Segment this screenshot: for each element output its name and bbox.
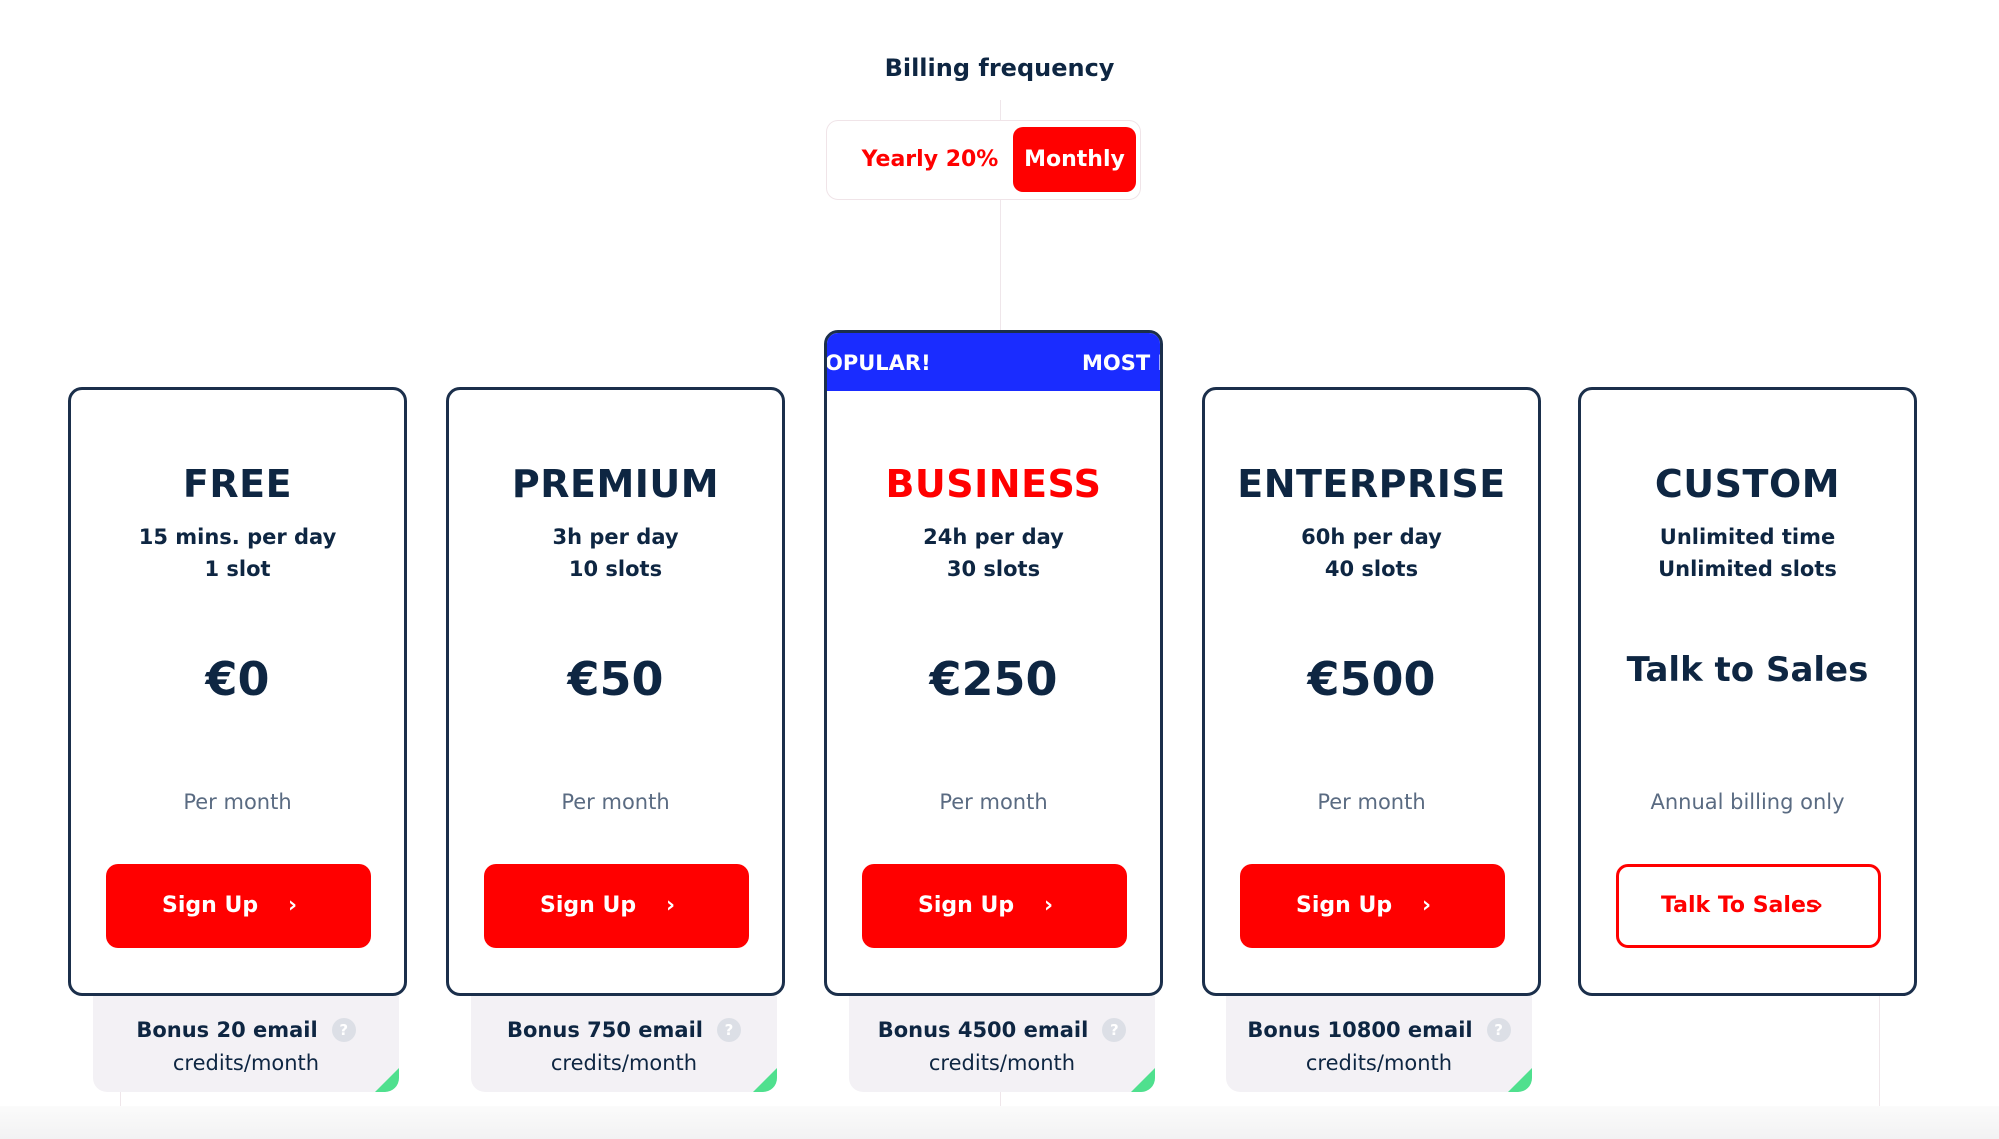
plan-period: Annual billing only [1650,790,1845,814]
plan-name: BUSINESS [885,462,1102,506]
plan-card-free: FREE 15 mins. per day 1 slot €0 Per mont… [68,387,407,996]
corner-accent-icon [375,1068,399,1092]
plan-card-custom: CUSTOM Unlimited time Unlimited slots Ta… [1578,387,1917,996]
chevron-right-icon: › [1422,893,1432,918]
bonus-text: Bonus 4500 email [877,1018,1089,1042]
plan-feature-time: 3h per day [552,525,679,549]
plan-card-enterprise: ENTERPRISE 60h per day 40 slots €500 Per… [1202,387,1541,996]
bonus-text: Bonus 20 email [136,1018,318,1042]
chevron-right-icon: › [1814,893,1824,918]
plan-name: CUSTOM [1654,462,1841,506]
sign-up-button[interactable]: Sign Up › [106,864,371,948]
corner-accent-icon [753,1068,777,1092]
banner-text: OPULAR! [827,351,931,375]
bonus-unit: credits/month [550,1051,698,1075]
corner-accent-icon [1508,1068,1532,1092]
plan-feature-slots: 30 slots [946,557,1041,581]
help-icon[interactable]: ? [1102,1018,1127,1042]
bonus-credits-box: Bonus 4500 email? credits/month [849,996,1155,1092]
billing-frequency-toggle: Yearly 20% Monthly [826,120,1141,200]
plan-feature-time: 24h per day [923,525,1064,549]
most-popular-banner: OPULAR! MOST P [827,333,1160,391]
plan-period: Per month [1317,790,1426,814]
plan-price: €0 [205,652,270,706]
plan-feature-time: Unlimited time [1659,525,1836,549]
sign-up-button[interactable]: Sign Up › [484,864,749,948]
chevron-right-icon: › [288,893,298,918]
plan-price: €500 [1307,652,1436,706]
talk-to-sales-label: Talk To Sales [1661,893,1819,918]
plan-price: €250 [929,652,1058,706]
toggle-option-monthly[interactable]: Monthly [1013,127,1136,192]
help-icon[interactable]: ? [331,1018,356,1042]
sign-up-label: Sign Up [1296,893,1393,918]
bonus-credits-box: Bonus 750 email? credits/month [471,996,777,1092]
plan-name: ENTERPRISE [1237,462,1506,506]
plan-name: PREMIUM [511,462,720,506]
sign-up-label: Sign Up [918,893,1015,918]
sign-up-label: Sign Up [540,893,637,918]
bonus-unit: credits/month [928,1051,1076,1075]
talk-to-sales-button[interactable]: Talk To Sales › [1616,864,1881,948]
plan-period: Per month [183,790,292,814]
toggle-option-yearly[interactable]: Yearly 20% [845,121,1015,199]
bonus-text: Bonus 10800 email [1247,1018,1473,1042]
bonus-credits-box: Bonus 10800 email? credits/month [1226,996,1532,1092]
corner-accent-icon [1131,1068,1155,1092]
chevron-right-icon: › [1044,893,1054,918]
sign-up-label: Sign Up [162,893,259,918]
plan-name: FREE [182,462,293,506]
plan-feature-slots: 10 slots [568,557,663,581]
plan-feature-time: 15 mins. per day [138,525,337,549]
plan-feature-slots: 40 slots [1324,557,1419,581]
sign-up-button[interactable]: Sign Up › [862,864,1127,948]
page-footer-fade [0,1106,1999,1139]
plan-feature-time: 60h per day [1301,525,1442,549]
billing-frequency-title: Billing frequency [884,54,1115,82]
help-icon[interactable]: ? [716,1018,741,1042]
plan-feature-slots: Unlimited slots [1658,557,1837,581]
plan-card-business: OPULAR! MOST P BUSINESS 24h per day 30 s… [824,330,1163,996]
plan-feature-slots: 1 slot [204,557,271,581]
plan-period: Per month [561,790,670,814]
bonus-unit: credits/month [1305,1051,1453,1075]
bonus-credits-box: Bonus 20 email? credits/month [93,996,399,1092]
plan-price: Talk to Sales [1626,650,1869,690]
bonus-text: Bonus 750 email [507,1018,703,1042]
banner-text: MOST P [1082,351,1160,375]
chevron-right-icon: › [666,893,676,918]
sign-up-button[interactable]: Sign Up › [1240,864,1505,948]
bonus-unit: credits/month [172,1051,320,1075]
plan-card-premium: PREMIUM 3h per day 10 slots €50 Per mont… [446,387,785,996]
plan-period: Per month [939,790,1048,814]
plan-price: €50 [567,652,664,706]
help-icon[interactable]: ? [1486,1018,1511,1042]
